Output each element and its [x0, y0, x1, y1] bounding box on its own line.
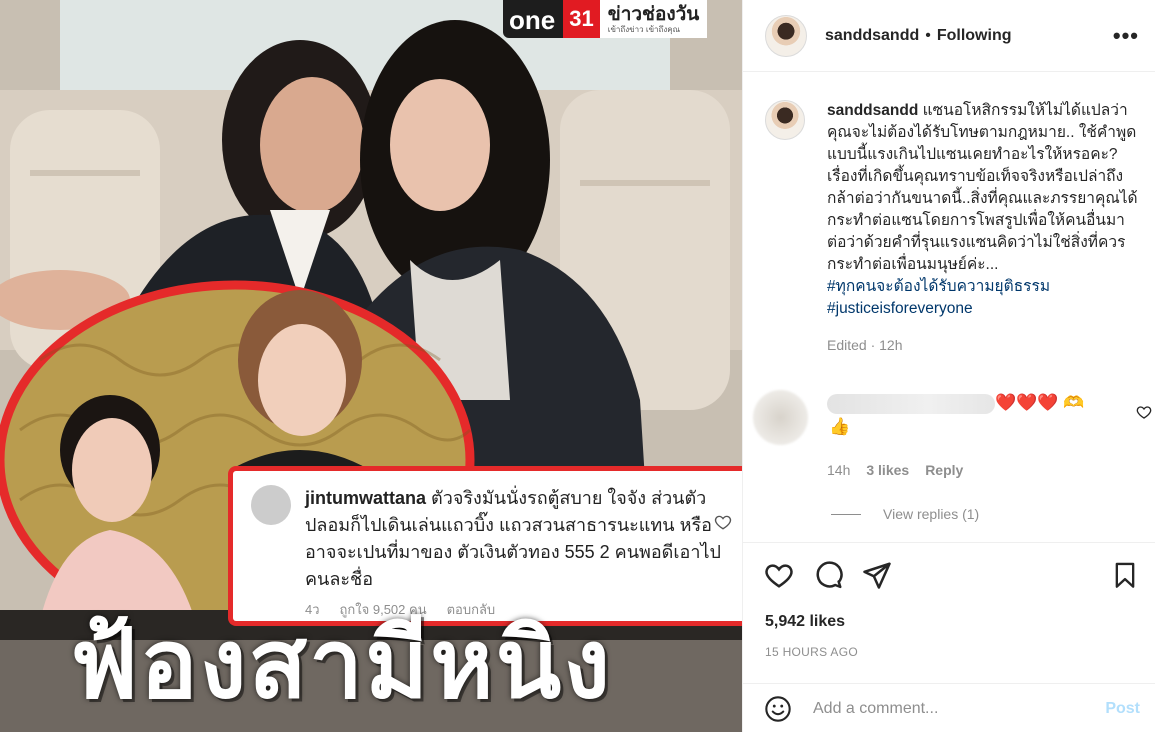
caption-avatar[interactable] — [765, 100, 805, 140]
like-heart-icon[interactable] — [763, 559, 795, 591]
post-time-ago: 15 HOURS AGO — [765, 645, 858, 659]
embedded-avatar — [251, 485, 291, 525]
post-likes-count[interactable]: 5,942 likes — [765, 613, 845, 631]
blurred-comment-text — [827, 394, 995, 414]
heart-icon — [714, 515, 732, 530]
logo-news: ข่าวช่องวัน เข้าถึงข่าว เข้าถึงคุณ — [599, 0, 708, 38]
post-comment-button[interactable]: Post — [1105, 700, 1140, 718]
separator-dot: • — [925, 26, 931, 44]
view-replies-label: View replies (1) — [883, 506, 980, 522]
logo-news-sub: เข้าถึงข่าว เข้าถึงคุณ — [607, 24, 681, 34]
logo-31: 31 — [563, 0, 600, 38]
action-icons — [763, 559, 1141, 591]
comment-reply-button[interactable]: Reply — [925, 462, 963, 478]
embedded-comment-body: jintumwattana ตัวจริงมันนั่งรถตู้สบาย ใจ… — [305, 485, 726, 593]
avatar[interactable] — [765, 14, 807, 57]
post-caption: sanddsandd แซนอโหสิกรรมให้ไม่ได้แปลว่าคุ… — [765, 100, 1145, 356]
logo-news-title: ข่าวช่องวัน — [607, 3, 700, 25]
comment-meta: 14h 3 likes Reply — [827, 462, 963, 478]
channel-logo: one 31 ข่าวช่องวัน เข้าถึงข่าว เข้าถึงคุ… — [503, 0, 708, 38]
add-comment-bar: Post — [743, 683, 1155, 732]
hashtag-link[interactable]: #justiceisforeveryone — [827, 298, 1145, 320]
caption-text: แซนอโหสิกรรมให้ไม่ได้แปลว่าคุณจะไม่ต้องไ… — [827, 102, 1138, 273]
more-options-icon[interactable]: ••• — [1113, 24, 1139, 47]
post-side-panel: sanddsandd • Following ••• sanddsandd แซ… — [742, 0, 1155, 732]
caption-edited-time: Edited · 12h — [827, 337, 903, 353]
heart-emojis: ❤️❤️❤️ — [995, 393, 1059, 412]
view-replies-button[interactable]: View replies (1) — [831, 506, 979, 522]
comment-emojis: ❤️❤️❤️ 🫶 — [995, 393, 1084, 413]
embedded-comment-card: jintumwattana ตัวจริงมันนั่งรถตู้สบาย ใจ… — [228, 466, 742, 626]
hands-emoji: 🫶 — [1063, 393, 1085, 412]
comment-likes[interactable]: 3 likes — [866, 462, 909, 478]
logo-one: one — [503, 0, 564, 38]
thumbs-up-emoji: 👍 — [829, 417, 851, 436]
bookmark-icon[interactable] — [1109, 559, 1141, 591]
like-comment-heart-icon[interactable] — [1136, 404, 1152, 420]
post-actions: 5,942 likes 15 HOURS AGO Post — [743, 542, 1155, 732]
hashtag-link[interactable]: #ทุกคนจะต้องได้รับความยุติธรรม — [827, 276, 1145, 298]
share-send-icon[interactable] — [861, 559, 893, 591]
blurred-avatar[interactable] — [753, 390, 808, 445]
caption-text-block: sanddsandd แซนอโหสิกรรมให้ไม่ได้แปลว่าคุ… — [827, 100, 1145, 356]
embedded-username: jintumwattana — [305, 488, 427, 508]
emoji-smile-icon[interactable] — [763, 694, 793, 724]
following-button[interactable]: Following — [937, 27, 1012, 45]
caption-username[interactable]: sanddsandd — [827, 102, 918, 119]
image-headline: ฟ้องสามีหนิง — [70, 611, 613, 718]
header-username[interactable]: sanddsandd — [825, 27, 919, 45]
post-header: sanddsandd • Following ••• — [743, 0, 1155, 72]
post-image[interactable]: one 31 ข่าวช่องวัน เข้าถึงข่าว เข้าถึงคุ… — [0, 0, 742, 732]
comment-time: 14h — [827, 462, 851, 478]
comment-bubble-icon[interactable] — [813, 559, 845, 591]
add-comment-input[interactable] — [813, 699, 1106, 718]
view-replies-line — [831, 513, 861, 515]
